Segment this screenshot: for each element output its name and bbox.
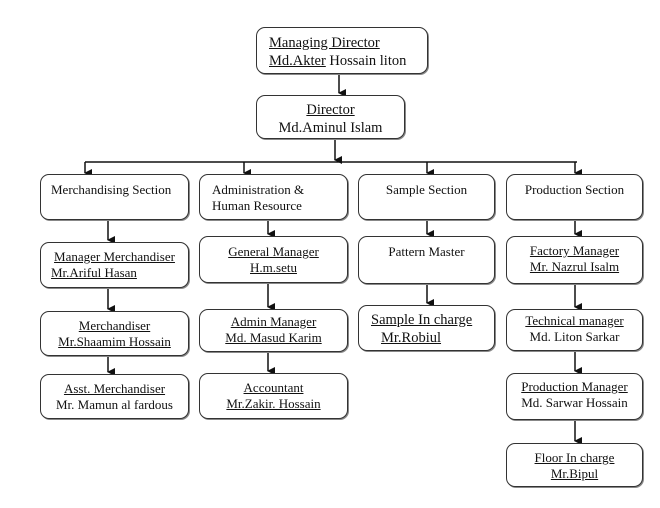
admin-manager-title: Admin Manager (230, 314, 317, 329)
merchandiser-name: Mr.Shaamim Hossain (58, 334, 171, 349)
merchandiser-box: Merchandiser Mr.Shaamim Hossain (40, 311, 189, 356)
floor-incharge-title: Floor In charge (534, 450, 615, 465)
asst-merchandiser-title: Asst. Merchandiser (63, 381, 166, 396)
sample-incharge-name: Mr.Robiul (381, 330, 442, 346)
factory-manager-box: Factory Manager Mr. Nazrul Isalm (506, 236, 643, 284)
accountant-title: Accountant (243, 380, 304, 395)
merch-manager-box: Manager Merchandiser Mr.Ariful Hasan (40, 242, 189, 288)
technical-manager-name: Md. Liton Sarkar (529, 329, 620, 344)
section-administration-label-2: Human Resource (212, 198, 302, 213)
sample-incharge-box: Sample In charge Mr.Robiul (358, 305, 495, 351)
general-manager-box: General Manager H.m.setu (199, 236, 348, 283)
section-production-label: Production Section (524, 182, 625, 197)
floor-incharge-name: Mr.Bipul (550, 466, 599, 481)
sample-incharge-title: Sample In charge (371, 312, 473, 328)
merchandiser-title: Merchandiser (78, 318, 151, 333)
director-box: Director Md.Aminul Islam (256, 95, 405, 139)
general-manager-name: H.m.setu (250, 260, 297, 275)
general-manager-title: General Manager (228, 244, 319, 259)
pattern-master-box: Pattern Master (358, 236, 495, 284)
technical-manager-box: Technical manager Md. Liton Sarkar (506, 309, 643, 351)
managing-director-title: Managing Director (269, 35, 380, 51)
floor-incharge-box: Floor In charge Mr.Bipul (506, 443, 643, 487)
director-title: Director (306, 102, 355, 118)
section-merchandising: Merchandising Section (40, 174, 189, 220)
factory-manager-title: Factory Manager (529, 243, 620, 258)
admin-manager-name: Md. Masud Karim (225, 330, 322, 345)
section-sample-label: Sample Section (385, 182, 468, 197)
production-manager-name: Md. Sarwar Hossain (521, 395, 628, 410)
technical-manager-title: Technical manager (525, 313, 624, 328)
accountant-box: Accountant Mr.Zakir. Hossain (199, 373, 348, 419)
managing-director-box: Managing Director Md.Akter Hossain liton (256, 27, 428, 74)
factory-manager-name: Mr. Nazrul Isalm (529, 259, 620, 274)
director-name: Md.Aminul Islam (278, 120, 383, 136)
production-manager-box: Production Manager Md. Sarwar Hossain (506, 373, 643, 420)
merch-manager-title: Manager Merchandiser (54, 249, 175, 264)
admin-manager-box: Admin Manager Md. Masud Karim (199, 309, 348, 352)
pattern-master-title: Pattern Master (388, 244, 465, 259)
section-sample: Sample Section (358, 174, 495, 220)
section-administration-label-1: Administration & (212, 182, 305, 197)
asst-merchandiser-box: Asst. Merchandiser Mr. Mamun al fardous (40, 374, 189, 419)
accountant-name: Mr.Zakir. Hossain (226, 396, 321, 411)
merch-manager-name: Mr.Ariful Hasan (51, 265, 137, 280)
production-manager-title: Production Manager (521, 379, 628, 394)
section-merchandising-label: Merchandising Section (51, 182, 172, 197)
managing-director-name: Md.Akter Hossain liton (269, 53, 407, 69)
asst-merchandiser-name: Mr. Mamun al fardous (56, 397, 173, 412)
section-administration: Administration & Human Resource (199, 174, 348, 220)
section-production: Production Section (506, 174, 643, 220)
